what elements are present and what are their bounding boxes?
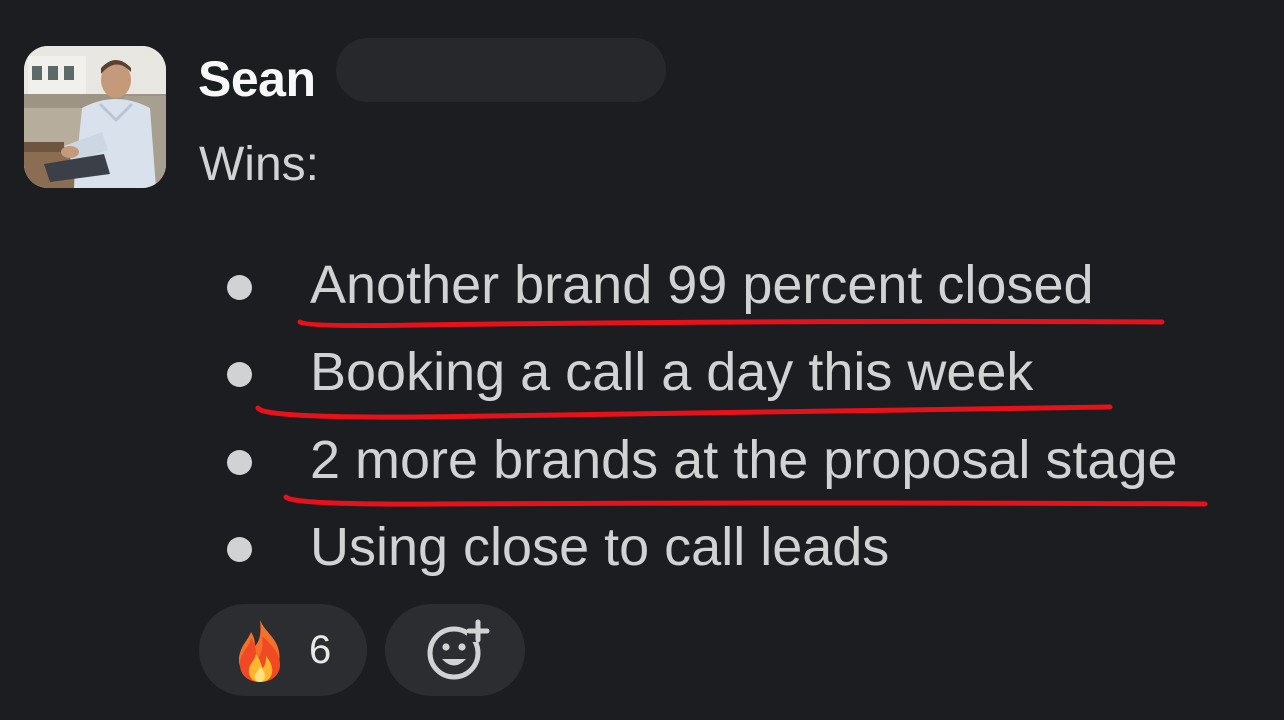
avatar-photo <box>24 46 166 188</box>
message-intro: Wins: <box>199 138 319 191</box>
list-item-text: 2 more brands at the proposal stage <box>310 430 1178 490</box>
add-reaction-button[interactable] <box>385 604 525 696</box>
red-underline <box>255 404 1113 420</box>
user-avatar[interactable] <box>24 46 166 188</box>
red-underline <box>283 494 1208 507</box>
list-item-text: Using close to call leads <box>310 517 890 577</box>
sender-name[interactable]: Sean <box>198 50 316 108</box>
reaction-count: 6 <box>309 628 332 672</box>
bullet-dot <box>227 362 252 387</box>
bullet-dot <box>227 450 252 475</box>
chat-message: Sean Wins: Another brand 99 percent clos… <box>0 0 1284 720</box>
reaction-fire-button[interactable]: 6 <box>199 604 367 696</box>
red-underline <box>297 318 1165 329</box>
add-emoji-icon <box>427 619 490 680</box>
fire-icon <box>238 620 281 682</box>
list-item-text: Another brand 99 percent closed <box>310 255 1094 315</box>
bullet-dot <box>227 275 252 300</box>
bullet-dot <box>227 537 252 562</box>
redacted-name-bar <box>336 38 666 102</box>
list-item-text: Booking a call a day this week <box>310 342 1034 402</box>
